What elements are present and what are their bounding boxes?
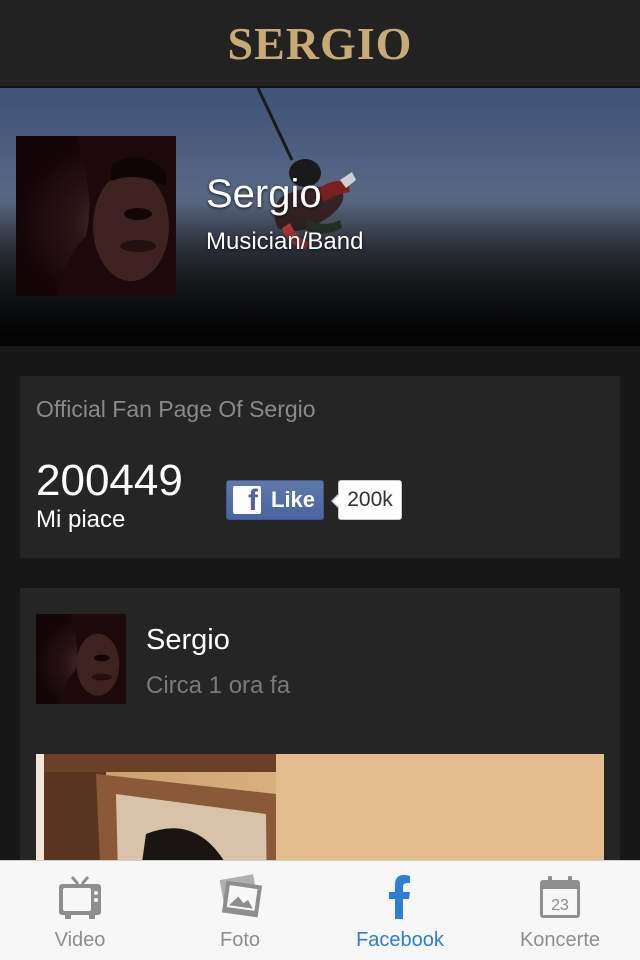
tab-koncerte[interactable]: 23 Koncerte	[480, 861, 640, 960]
post-timestamp: Circa 1 ora fa	[146, 672, 291, 699]
tab-video-label: Video	[54, 929, 106, 951]
post-author[interactable]: Sergio	[146, 624, 230, 657]
facebook-icon: f	[233, 486, 261, 514]
profile-face-image	[56, 136, 176, 296]
tab-facebook[interactable]: Facebook	[320, 861, 480, 960]
like-count-bubble: 200k	[331, 480, 402, 520]
tab-facebook-label: Facebook	[356, 929, 444, 951]
profile-picture[interactable]	[16, 136, 176, 296]
likes-label: Mi piace	[36, 506, 126, 533]
calendar-icon: 23	[540, 876, 580, 918]
facebook-icon	[389, 875, 410, 919]
facebook-like-button[interactable]: f Like	[226, 480, 324, 520]
tab-foto-label: Foto	[219, 929, 261, 951]
fanpage-title: Official Fan Page Of Sergio	[36, 396, 316, 422]
likes-count: 200449	[36, 456, 183, 505]
tab-bar: Video Foto Facebook 23 Koncerte	[0, 860, 640, 960]
post-author-avatar[interactable]	[36, 614, 126, 704]
app-header: SERGIO	[0, 0, 640, 88]
tv-icon	[59, 876, 101, 919]
tab-koncerte-label: Koncerte	[519, 929, 601, 951]
profile-category: Musician/Band	[206, 228, 364, 255]
like-button-label: Like	[271, 487, 316, 512]
like-card: Official Fan Page Of Sergio 200449 Mi pi…	[20, 376, 620, 558]
calendar-day: 23	[551, 897, 569, 914]
app-title: SERGIO	[227, 17, 413, 69]
avatar-face-image	[58, 614, 126, 704]
tab-foto[interactable]: Foto	[160, 861, 320, 960]
cover-photo: Sergio Musician/Band	[0, 88, 640, 346]
photos-icon	[219, 874, 263, 918]
profile-name: Sergio	[206, 172, 322, 216]
tab-video[interactable]: Video	[0, 861, 160, 960]
